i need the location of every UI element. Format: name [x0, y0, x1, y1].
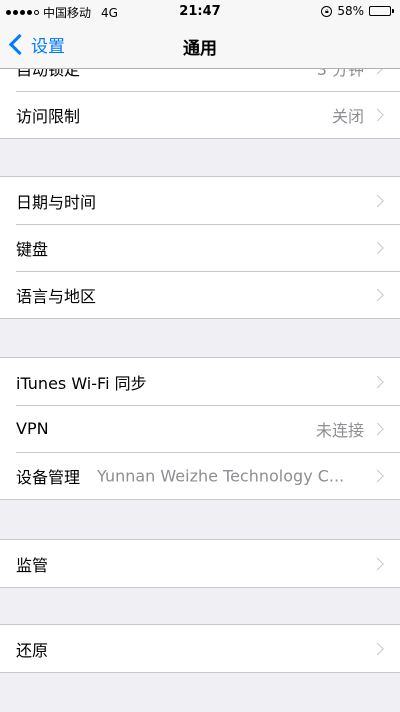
- settings-group-network: iTunes Wi-Fi 同步 VPN 未连接 设备管理 Yunnan Weiz…: [0, 357, 400, 500]
- settings-row-keyboard[interactable]: 键盘: [0, 224, 400, 271]
- navigation-bar: 设置 通用: [0, 22, 400, 69]
- settings-row-device-management[interactable]: 设备管理 Yunnan Weizhe Technology C...: [0, 452, 400, 499]
- battery-percent: 58%: [337, 4, 364, 18]
- settings-row-label: 监管: [16, 555, 49, 575]
- settings-row-itunes-wifi-sync[interactable]: iTunes Wi-Fi 同步: [0, 358, 400, 405]
- settings-row-label: 还原: [16, 640, 49, 660]
- settings-row-reset[interactable]: 还原: [0, 625, 400, 672]
- chevron-right-icon: [371, 194, 384, 207]
- settings-group-reset: 还原: [0, 624, 400, 673]
- chevron-right-icon: [371, 375, 384, 388]
- settings-row-label: VPN: [16, 419, 49, 438]
- settings-row-value: Yunnan Weizhe Technology C...: [97, 466, 345, 485]
- chevron-right-icon: [371, 108, 384, 121]
- chevron-right-icon: [371, 288, 384, 301]
- settings-row-label: 语言与地区: [16, 286, 97, 306]
- status-right: 🔒︎ 58%: [321, 4, 394, 18]
- chevron-right-icon: [371, 241, 384, 254]
- page-title: 通用: [183, 39, 217, 59]
- settings-row-label: 日期与时间: [16, 192, 97, 212]
- settings-row-value: 未连接: [315, 420, 364, 440]
- settings-row-date-time[interactable]: 日期与时间: [0, 177, 400, 224]
- settings-row-label: 设备管理: [16, 467, 81, 487]
- settings-row-label: iTunes Wi-Fi 同步: [16, 373, 147, 393]
- settings-group-supervision: 监管: [0, 539, 400, 588]
- chevron-right-icon: [371, 469, 384, 482]
- chevron-right-icon: [371, 642, 384, 655]
- settings-row-language-region[interactable]: 语言与地区: [0, 271, 400, 318]
- chevron-right-icon: [371, 557, 384, 570]
- settings-row-supervision[interactable]: 监管: [0, 540, 400, 587]
- settings-row-value: 关闭: [331, 106, 364, 126]
- battery-icon: [369, 6, 394, 16]
- orientation-lock-icon: 🔒︎: [321, 5, 333, 17]
- settings-row-label: 访问限制: [16, 106, 81, 126]
- chevron-right-icon: [371, 422, 384, 435]
- settings-row-label: 键盘: [16, 239, 49, 259]
- settings-row-restrictions[interactable]: 访问限制 关闭: [0, 91, 400, 138]
- settings-row-vpn[interactable]: VPN 未连接: [0, 405, 400, 452]
- status-bar: 中国移动 4G 21:47 🔒︎ 58%: [0, 0, 400, 22]
- settings-group-locale: 日期与时间 键盘 语言与地区: [0, 176, 400, 319]
